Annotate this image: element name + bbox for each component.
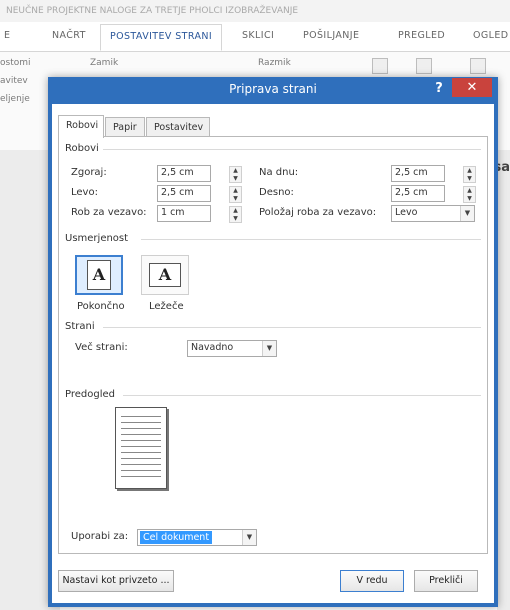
close-button[interactable]: ✕: [452, 78, 492, 97]
preview-line: [121, 440, 161, 441]
tab-paper[interactable]: Papir: [105, 117, 145, 137]
ok-button[interactable]: V redu: [340, 570, 404, 592]
divider: [123, 395, 481, 396]
spin-up-icon[interactable]: ▲: [233, 167, 238, 174]
tab-references[interactable]: SKLICI: [242, 30, 274, 41]
multiple-pages-value: Navadno: [191, 342, 234, 353]
apply-to-select[interactable]: Cel dokument ▼: [137, 529, 257, 546]
bottom-margin-label: Na dnu:: [259, 167, 299, 178]
gutter-position-label: Položaj roba za vezavo:: [259, 207, 377, 218]
apply-to-label: Uporabi za:: [71, 531, 129, 542]
divider: [103, 327, 481, 328]
divider: [103, 149, 481, 150]
bottom-margin-spinner[interactable]: 2,5 cm: [391, 165, 445, 182]
portrait-label: Pokončno: [77, 301, 125, 312]
ribbon-indent-label: Zamik: [90, 58, 119, 68]
tab-review[interactable]: PREGLED: [398, 30, 445, 41]
gutter-position-value: Levo: [395, 207, 418, 218]
spin-up-icon[interactable]: ▲: [233, 187, 238, 194]
document-margin-right: [497, 150, 510, 610]
landscape-icon: A: [149, 263, 181, 287]
pages-section-label: Strani: [65, 321, 95, 332]
spin-down-icon[interactable]: ▼: [467, 195, 472, 202]
tab-mailings[interactable]: POŠILJANJE: [303, 30, 359, 41]
preview-line: [121, 476, 161, 477]
ribbon-arrange-icon[interactable]: [470, 58, 486, 74]
preview-line: [121, 446, 161, 447]
top-margin-stepper[interactable]: ▲ ▼: [229, 166, 242, 183]
ribbon-left-label[interactable]: ostomi: [0, 58, 31, 68]
portrait-icon: A: [87, 260, 111, 290]
preview-section-label: Predogled: [65, 389, 115, 400]
ribbon-left-label[interactable]: eljenje: [0, 94, 30, 104]
ribbon-tabs: E NAČRT POSTAVITEV STRANI SKLICI POŠILJA…: [0, 22, 510, 52]
spin-up-icon[interactable]: ▲: [467, 187, 472, 194]
right-margin-stepper[interactable]: ▲ ▼: [463, 186, 476, 203]
preview-line: [121, 464, 161, 465]
divider: [141, 239, 481, 240]
preview-line: [121, 452, 161, 453]
ribbon-wrap-icon[interactable]: [416, 58, 432, 74]
top-margin-value: 2,5 cm: [161, 167, 194, 178]
landscape-label: Ležeče: [149, 301, 184, 312]
bottom-margin-stepper[interactable]: ▲ ▼: [463, 166, 476, 183]
gutter-spinner[interactable]: 1 cm: [157, 205, 211, 222]
chevron-down-icon[interactable]: ▼: [460, 206, 474, 221]
spin-down-icon[interactable]: ▼: [467, 175, 472, 182]
help-button[interactable]: ?: [430, 79, 448, 99]
right-margin-spinner[interactable]: 2,5 cm: [391, 185, 445, 202]
gutter-stepper[interactable]: ▲ ▼: [229, 206, 242, 223]
gutter-position-select[interactable]: Levo ▼: [391, 205, 475, 222]
preview-line: [121, 458, 161, 459]
cancel-button[interactable]: Prekliči: [414, 570, 478, 592]
spin-down-icon[interactable]: ▼: [233, 175, 238, 182]
tab-design[interactable]: NAČRT: [52, 30, 86, 41]
right-margin-value: 2,5 cm: [395, 187, 428, 198]
multiple-pages-label: Več strani:: [75, 342, 128, 353]
chevron-down-icon[interactable]: ▼: [242, 530, 256, 545]
tab-view[interactable]: OGLED: [473, 30, 508, 41]
orientation-section-label: Usmerjenost: [65, 233, 129, 244]
left-margin-stepper[interactable]: ▲ ▼: [229, 186, 242, 203]
ribbon-position-icon[interactable]: [372, 58, 388, 74]
tab-margins[interactable]: Robovi: [58, 115, 104, 138]
multiple-pages-select[interactable]: Navadno ▼: [187, 340, 277, 357]
spin-down-icon[interactable]: ▼: [233, 215, 238, 222]
tab-page-layout[interactable]: POSTAVITEV STRANI: [100, 24, 223, 51]
chevron-down-icon[interactable]: ▼: [262, 341, 276, 356]
gutter-value: 1 cm: [161, 207, 185, 218]
page-preview: [115, 407, 167, 489]
left-margin-value: 2,5 cm: [161, 187, 194, 198]
top-margin-label: Zgoraj:: [71, 167, 107, 178]
set-as-default-button[interactable]: Nastavi kot privzeto ...: [58, 570, 174, 592]
tab-layout[interactable]: Postavitev: [146, 117, 210, 137]
gutter-label: Rob za vezavo:: [71, 207, 147, 218]
preview-line: [121, 428, 161, 429]
dialog-body: Robovi Papir Postavitev Robovi Zgoraj: 2…: [52, 104, 494, 603]
landscape-button[interactable]: A: [141, 255, 189, 295]
window-title: NEUČNE PROJEKTNE NALOGE ZA TRETJE PHOLCI…: [0, 0, 510, 22]
spin-up-icon[interactable]: ▲: [233, 207, 238, 214]
left-margin-label: Levo:: [71, 187, 98, 198]
spin-up-icon[interactable]: ▲: [467, 167, 472, 174]
ribbon-left-label[interactable]: avitev: [0, 76, 28, 86]
right-margin-label: Desno:: [259, 187, 294, 198]
preview-line: [121, 422, 161, 423]
preview-line: [121, 416, 161, 417]
portrait-button[interactable]: A: [75, 255, 123, 295]
margins-section-label: Robovi: [65, 143, 99, 154]
preview-line: [121, 470, 161, 471]
ribbon-spacing-label: Razmik: [258, 58, 291, 68]
left-margin-spinner[interactable]: 2,5 cm: [157, 185, 211, 202]
preview-line: [121, 434, 161, 435]
bottom-margin-value: 2,5 cm: [395, 167, 428, 178]
top-margin-spinner[interactable]: 2,5 cm: [157, 165, 211, 182]
page-setup-dialog: Priprava strani ? ✕ Robovi Papir Postavi…: [48, 77, 498, 607]
margins-panel: Robovi Zgoraj: 2,5 cm ▲ ▼ Na dnu: 2,5 cm …: [58, 136, 488, 554]
apply-to-value: Cel dokument: [140, 531, 213, 544]
tab-file[interactable]: E: [4, 30, 10, 41]
spin-down-icon[interactable]: ▼: [233, 195, 238, 202]
